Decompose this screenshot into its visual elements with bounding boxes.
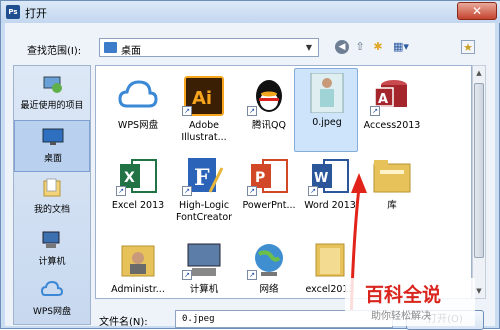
watermark-logo: 百科全说 助你轻松解决 bbox=[345, 278, 475, 326]
place-wps-cloud[interactable]: WPS网盘 bbox=[14, 274, 90, 326]
file-item-powerpoint[interactable]: P ↗ PowerPnt... bbox=[237, 152, 301, 236]
shortcut-arrow-icon: ↗ bbox=[182, 186, 192, 196]
file-item-computer[interactable]: ↗ 计算机 bbox=[172, 236, 236, 298]
folder-icon bbox=[315, 243, 345, 277]
watermark-subtitle: 助你轻松解决 bbox=[371, 311, 431, 322]
back-icon[interactable]: ◀ bbox=[335, 40, 349, 54]
wps-cloud-icon bbox=[118, 80, 158, 108]
vertical-scrollbar[interactable]: ▲ ▼ bbox=[472, 65, 486, 299]
file-name: Administr... bbox=[111, 284, 165, 295]
close-button[interactable]: ✕ bbox=[457, 2, 497, 20]
place-label: 桌面 bbox=[43, 154, 62, 164]
up-folder-icon[interactable]: ⇧ bbox=[353, 40, 367, 54]
file-item-illustrator[interactable]: Ai ↗ Adobe Illustrat... bbox=[172, 72, 236, 156]
file-item-0jpeg[interactable]: 0.jpeg bbox=[294, 68, 358, 152]
file-item-excel[interactable]: X ↗ Excel 2013 bbox=[106, 152, 170, 236]
views-menu-icon[interactable]: ▦▾ bbox=[389, 40, 413, 54]
desktop-icon bbox=[42, 128, 64, 145]
place-label: 计算机 bbox=[38, 257, 66, 267]
shortcut-arrow-icon: ↗ bbox=[182, 270, 192, 280]
svg-text:P: P bbox=[255, 170, 265, 186]
svg-text:Ai: Ai bbox=[192, 88, 212, 109]
chevron-down-icon[interactable]: ▼ bbox=[302, 40, 316, 55]
open-file-dialog: Ps 打开 ✕ 查找范围(I): 桌面 ▼ ◀ ⇧ ✱ ▦▾ ★ 最近使用的项目 bbox=[0, 0, 500, 330]
file-name: 0.jpeg bbox=[312, 117, 342, 128]
place-label: 我的文档 bbox=[33, 205, 70, 215]
file-name: Access2013 bbox=[363, 120, 421, 131]
shortcut-arrow-icon: ↗ bbox=[308, 186, 318, 196]
shortcut-arrow-icon: ↗ bbox=[116, 186, 126, 196]
shortcut-arrow-icon: ↗ bbox=[370, 106, 380, 116]
file-item-administrator[interactable]: Administr... bbox=[106, 236, 170, 298]
places-bar: 最近使用的项目 桌面 我的文档 计算机 WPS网盘 bbox=[13, 65, 91, 325]
file-item-qq[interactable]: ↗ 腾讯QQ bbox=[237, 72, 301, 156]
recent-items-icon bbox=[43, 76, 62, 93]
svg-text:X: X bbox=[124, 170, 135, 186]
file-item-access[interactable]: A ↗ Access2013 bbox=[360, 72, 424, 156]
scrollbar-thumb[interactable] bbox=[474, 83, 484, 258]
file-item-wps-cloud[interactable]: WPS网盘 bbox=[106, 72, 170, 156]
title-bar: Ps 打开 ✕ bbox=[1, 1, 500, 23]
documents-icon bbox=[43, 178, 61, 197]
desktop-folder-icon bbox=[104, 42, 117, 53]
image-thumbnail-icon bbox=[310, 73, 344, 113]
shortcut-arrow-icon: ↗ bbox=[247, 270, 257, 280]
place-desktop[interactable]: 桌面 bbox=[14, 120, 90, 172]
watermark-title: 百科全说 bbox=[365, 284, 442, 306]
place-computer[interactable]: 计算机 bbox=[14, 224, 90, 276]
file-list-pane: WPS网盘 Ai ↗ Adobe Illustrat... ↗ 腾讯QQ 0.j… bbox=[95, 65, 472, 299]
new-folder-icon[interactable]: ✱ bbox=[371, 40, 385, 54]
file-item-network[interactable]: ↗ 网络 bbox=[237, 236, 301, 298]
file-name: Excel 2013 bbox=[111, 200, 165, 211]
shortcut-arrow-icon: ↗ bbox=[182, 106, 192, 116]
svg-text:W: W bbox=[314, 171, 328, 186]
look-in-dropdown[interactable]: 桌面 ▼ bbox=[99, 38, 319, 57]
dialog-body: 查找范围(I): 桌面 ▼ ◀ ⇧ ✱ ▦▾ ★ 最近使用的项目 桌面 我的文档… bbox=[5, 23, 495, 330]
place-recent[interactable]: 最近使用的项目 bbox=[14, 68, 90, 120]
file-name: High-Logic FontCreator bbox=[175, 200, 233, 223]
photoshop-app-icon: Ps bbox=[6, 5, 20, 19]
look-in-label: 查找范围(I): bbox=[27, 46, 82, 57]
computer-icon bbox=[42, 231, 60, 248]
place-label: WPS网盘 bbox=[32, 307, 72, 317]
wps-cloud-icon bbox=[41, 280, 63, 296]
look-in-value: 桌面 bbox=[121, 46, 141, 57]
file-name: Adobe Illustrat... bbox=[181, 120, 227, 143]
file-name: 计算机 bbox=[189, 284, 219, 295]
file-name: WPS网盘 bbox=[117, 120, 159, 131]
scroll-up-icon[interactable]: ▲ bbox=[473, 66, 485, 80]
shortcut-arrow-icon: ↗ bbox=[247, 186, 257, 196]
file-name-label: 文件名(N): bbox=[99, 317, 148, 328]
dialog-title: 打开 bbox=[25, 7, 47, 20]
svg-text:F: F bbox=[194, 165, 210, 191]
shortcut-arrow-icon: ↗ bbox=[247, 106, 257, 116]
svg-text:A: A bbox=[378, 92, 388, 107]
place-label: 最近使用的项目 bbox=[20, 101, 84, 111]
place-documents[interactable]: 我的文档 bbox=[14, 172, 90, 224]
desktop-favorite-icon[interactable]: ★ bbox=[461, 40, 475, 54]
user-folder-icon bbox=[121, 245, 155, 277]
file-item-fontcreator[interactable]: F ↗ High-Logic FontCreator bbox=[172, 152, 236, 236]
